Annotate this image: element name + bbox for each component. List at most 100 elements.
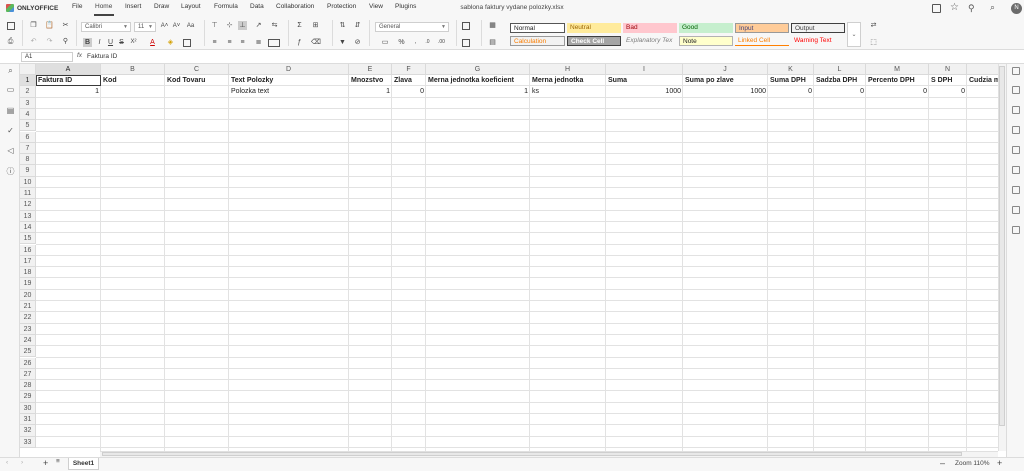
text-art-settings-icon[interactable] bbox=[1012, 186, 1020, 194]
data-cell[interactable]: 1000 bbox=[683, 86, 768, 97]
row-header[interactable]: 31 bbox=[20, 414, 36, 426]
data-cell[interactable]: 1000 bbox=[606, 86, 683, 97]
spreadsheet-grid[interactable]: A B C D E F G H I J K L M N 1 2 3 4 5 6 7 8 9 10 11 12 13 14 15 16 17 1… bbox=[20, 64, 998, 451]
data-cell[interactable]: 0 bbox=[392, 86, 426, 97]
row-header[interactable]: 3 bbox=[20, 97, 36, 109]
insert-cells-icon[interactable] bbox=[462, 22, 470, 30]
style-calculation[interactable]: Calculation bbox=[510, 36, 565, 46]
accounting-format-icon[interactable]: ▭ bbox=[378, 38, 392, 47]
filter-icon[interactable]: ▼ bbox=[338, 38, 347, 47]
column-header[interactable]: J bbox=[683, 64, 768, 75]
signature-settings-icon[interactable] bbox=[1012, 226, 1020, 234]
column-header[interactable] bbox=[967, 64, 998, 75]
row-header[interactable]: 25 bbox=[20, 346, 36, 358]
column-header[interactable]: M bbox=[866, 64, 929, 75]
header-cell[interactable]: Merna jednotka bbox=[530, 75, 606, 86]
data-cell[interactable]: ks bbox=[530, 86, 606, 97]
image-settings-icon[interactable] bbox=[1012, 126, 1020, 134]
justify-icon[interactable]: ≣ bbox=[254, 38, 263, 47]
row-header[interactable]: 15 bbox=[20, 233, 36, 245]
style-explanatory[interactable]: Explanatory Tex bbox=[623, 36, 677, 46]
style-bad[interactable]: Bad bbox=[623, 23, 677, 33]
header-cell[interactable]: Mnozstvo bbox=[349, 75, 392, 86]
vertical-scroll-thumb[interactable] bbox=[999, 66, 1005, 426]
align-center-icon[interactable]: ≡ bbox=[225, 38, 234, 47]
column-header[interactable]: G bbox=[426, 64, 530, 75]
user-icon[interactable]: ⚲ bbox=[968, 3, 975, 14]
spellcheck-icon[interactable]: ✓ bbox=[6, 126, 15, 135]
underline-icon[interactable]: U bbox=[106, 38, 115, 47]
row-header[interactable]: 22 bbox=[20, 312, 36, 324]
percent-format-icon[interactable]: % bbox=[397, 38, 406, 47]
copy-style-icon[interactable]: ⚲ bbox=[61, 37, 70, 46]
row-header[interactable]: 9 bbox=[20, 165, 36, 177]
scroll-first-sheet-icon[interactable]: ‹ bbox=[6, 459, 8, 466]
data-cell[interactable]: 0 bbox=[768, 86, 814, 97]
row-header[interactable]: 23 bbox=[20, 323, 36, 335]
style-linked-cell[interactable]: Linked Cell bbox=[735, 36, 789, 46]
header-cell[interactable]: Kod Tovaru bbox=[165, 75, 229, 86]
wrap-text-icon[interactable]: ⇆ bbox=[270, 21, 279, 30]
cell-settings-icon[interactable] bbox=[1012, 67, 1020, 75]
row-header[interactable]: 32 bbox=[20, 425, 36, 437]
row-header[interactable]: 16 bbox=[20, 244, 36, 256]
insert-function-icon[interactable]: ƒ bbox=[295, 38, 304, 47]
row-header[interactable]: 29 bbox=[20, 391, 36, 403]
font-size-select[interactable]: 11 ▼ bbox=[134, 22, 156, 32]
decrease-decimal-icon[interactable]: .0 bbox=[423, 38, 432, 47]
column-header[interactable]: C bbox=[165, 64, 229, 75]
align-top-icon[interactable]: ⊤ bbox=[210, 21, 219, 30]
copy-icon[interactable]: ❐ bbox=[29, 21, 38, 30]
data-cell[interactable]: 1 bbox=[36, 86, 101, 97]
table-settings-icon[interactable] bbox=[1012, 86, 1020, 94]
column-header[interactable]: B bbox=[101, 64, 165, 75]
column-header[interactable]: L bbox=[814, 64, 866, 75]
save-icon[interactable] bbox=[7, 22, 15, 30]
text-orientation-icon[interactable]: ↗ bbox=[254, 21, 263, 30]
decrease-font-icon[interactable]: A˅ bbox=[172, 22, 181, 31]
search-icon[interactable]: ⌕ bbox=[6, 66, 15, 75]
styles-expand-button[interactable]: ⌄ bbox=[847, 22, 861, 47]
header-cell[interactable]: Zlava bbox=[392, 75, 426, 86]
sheet-tab-sheet1[interactable]: Sheet1 bbox=[68, 458, 99, 470]
about-icon[interactable]: ⓘ bbox=[6, 167, 15, 176]
favorite-icon[interactable]: ☆ bbox=[950, 2, 959, 13]
avatar[interactable]: N bbox=[1011, 3, 1022, 14]
strikethrough-icon[interactable]: S bbox=[117, 38, 126, 47]
column-header[interactable]: F bbox=[392, 64, 426, 75]
comments-icon[interactable]: ▭ bbox=[6, 85, 15, 94]
style-good[interactable]: Good bbox=[679, 23, 733, 33]
header-cell[interactable]: Kod bbox=[101, 75, 165, 86]
header-cell[interactable]: Suma DPH bbox=[768, 75, 814, 86]
formula-input[interactable]: Faktura ID bbox=[87, 53, 117, 60]
column-header[interactable]: A bbox=[36, 64, 101, 75]
row-header[interactable]: 27 bbox=[20, 368, 36, 381]
sort-descending-icon[interactable]: ⇵ bbox=[353, 21, 362, 30]
header-cell[interactable]: S DPH bbox=[929, 75, 967, 86]
header-cell[interactable]: Text Polozky bbox=[229, 75, 349, 86]
conditional-formatting-icon[interactable]: ▦ bbox=[488, 21, 497, 30]
style-normal[interactable]: Normal bbox=[510, 23, 565, 33]
row-header[interactable]: 19 bbox=[20, 278, 36, 290]
header-cell[interactable]: Percento DPH bbox=[866, 75, 929, 86]
number-format-select[interactable]: General ▼ bbox=[375, 22, 449, 32]
sheet-list-icon[interactable]: ≡ bbox=[56, 458, 60, 465]
header-cell[interactable]: Suma bbox=[606, 75, 683, 86]
chart-settings-icon[interactable] bbox=[1012, 146, 1020, 154]
column-header[interactable]: H bbox=[530, 64, 606, 75]
zoom-level[interactable]: Zoom 110% bbox=[955, 460, 990, 467]
select-all-icon[interactable]: ⬚ bbox=[869, 38, 878, 47]
merge-cells-icon[interactable] bbox=[268, 39, 280, 47]
header-cell[interactable]: Cudzia m bbox=[967, 75, 998, 86]
column-header[interactable]: N bbox=[929, 64, 967, 75]
row-header[interactable]: 4 bbox=[20, 108, 36, 121]
autosum-icon[interactable]: Σ bbox=[295, 21, 304, 30]
data-cell[interactable]: Polozka text bbox=[229, 86, 349, 97]
print-icon[interactable]: ⎙ bbox=[6, 37, 15, 46]
align-left-icon[interactable]: ≡ bbox=[210, 38, 219, 47]
style-note[interactable]: Note bbox=[679, 36, 733, 46]
zoom-out-icon[interactable]: – bbox=[940, 458, 945, 468]
clear-filter-icon[interactable]: ⊘ bbox=[353, 38, 362, 47]
format-as-table-icon[interactable]: ▤ bbox=[488, 38, 497, 47]
named-ranges-icon[interactable]: ⊞ bbox=[311, 21, 320, 30]
